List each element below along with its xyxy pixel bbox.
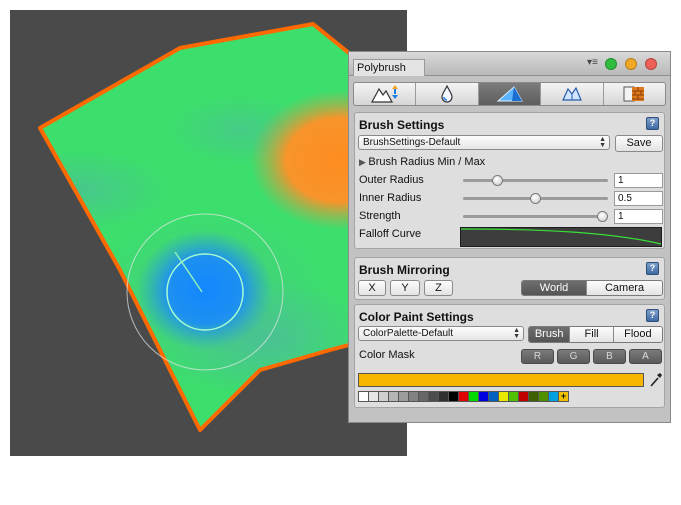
- outer-radius-slider-handle[interactable]: [492, 175, 504, 186]
- tab-paint[interactable]: [478, 83, 542, 105]
- outer-radius-slider[interactable]: [463, 179, 608, 182]
- flood-mode-button[interactable]: Flood: [613, 327, 662, 342]
- help-icon[interactable]: ?: [646, 262, 659, 275]
- minimize-button[interactable]: [625, 58, 637, 70]
- sculpt-mode-icon: [370, 85, 398, 103]
- mask-g-toggle[interactable]: G: [557, 349, 590, 364]
- inner-radius-slider-handle[interactable]: [530, 193, 541, 204]
- close-button[interactable]: [605, 58, 617, 70]
- smooth-mode-icon: [441, 84, 453, 103]
- palette-swatches: +: [358, 391, 569, 402]
- tab-scatter[interactable]: [541, 83, 604, 105]
- add-swatch-icon[interactable]: +: [558, 391, 569, 402]
- brush-settings-title: Brush Settings: [359, 118, 445, 132]
- menu-icon[interactable]: ▾≡: [587, 57, 598, 69]
- falloff-curve-label: Falloff Curve: [359, 228, 422, 240]
- brush-mirroring-title: Brush Mirroring: [359, 263, 450, 277]
- tab-sculpt[interactable]: [354, 83, 417, 105]
- brush-mode-button[interactable]: Brush: [529, 327, 571, 342]
- mirror-space-toggle: World Camera: [521, 280, 663, 296]
- dropdown-arrows-icon: ▲ ▼: [599, 136, 606, 149]
- brush-radius-label: Brush Radius Min / Max: [368, 156, 486, 168]
- mask-r-toggle[interactable]: R: [521, 349, 554, 364]
- brush-radius-foldout[interactable]: ▶ Brush Radius Min / Max: [359, 156, 485, 168]
- window-titlebar: Polybrush ▾≡: [349, 52, 670, 76]
- help-icon[interactable]: ?: [646, 309, 659, 322]
- mirror-z-button[interactable]: Z: [424, 280, 453, 296]
- help-icon[interactable]: ?: [646, 117, 659, 130]
- brush-preset-value: BrushSettings-Default: [363, 137, 461, 148]
- mirror-x-button[interactable]: X: [358, 280, 386, 296]
- brush-settings-panel: Brush Settings ? BrushSettings-Default ▲…: [354, 112, 665, 249]
- dropdown-arrows-icon: ▲ ▼: [513, 327, 520, 340]
- falloff-curve-field[interactable]: [460, 227, 662, 247]
- color-mask-label: Color Mask: [359, 349, 415, 361]
- brush-preset-dropdown[interactable]: BrushSettings-Default ▲ ▼: [358, 135, 610, 150]
- inner-radius-label: Inner Radius: [359, 192, 422, 204]
- texture-mode-icon: [623, 86, 645, 102]
- fill-mode-button[interactable]: Fill: [570, 327, 614, 342]
- inner-radius-field[interactable]: 0.5: [614, 191, 663, 206]
- mirror-y-button[interactable]: Y: [390, 280, 420, 296]
- save-button[interactable]: Save: [615, 135, 663, 152]
- color-paint-settings-panel: Color Paint Settings ? ColorPalette-Defa…: [354, 304, 665, 408]
- color-palette-dropdown[interactable]: ColorPalette-Default ▲ ▼: [358, 326, 524, 341]
- zoom-button[interactable]: [645, 58, 657, 70]
- tool-mode-tabs: [353, 82, 666, 106]
- mask-b-toggle[interactable]: B: [593, 349, 626, 364]
- current-color-field[interactable]: [358, 373, 644, 387]
- paint-mode-toggle: Brush Fill Flood: [528, 326, 663, 343]
- color-paint-title: Color Paint Settings: [359, 310, 474, 324]
- world-space-button[interactable]: World: [522, 281, 588, 295]
- eyedropper-icon[interactable]: [649, 372, 663, 388]
- strength-label: Strength: [359, 210, 401, 222]
- strength-field[interactable]: 1: [614, 209, 663, 224]
- color-palette-value: ColorPalette-Default: [363, 328, 454, 339]
- scatter-mode-icon: [561, 86, 582, 101]
- outer-radius-label: Outer Radius: [359, 174, 424, 186]
- tab-texture[interactable]: [604, 83, 665, 105]
- camera-space-button[interactable]: Camera: [587, 281, 662, 295]
- mask-a-toggle[interactable]: A: [629, 349, 662, 364]
- outer-radius-field[interactable]: 1: [614, 173, 663, 188]
- brush-mirroring-panel: Brush Mirroring ? X Y Z World Camera: [354, 257, 665, 300]
- polybrush-window: Polybrush ▾≡ Brush Settings ? BrushSetti…: [348, 51, 671, 423]
- tab-smooth[interactable]: [416, 83, 479, 105]
- strength-slider-handle[interactable]: [597, 211, 608, 222]
- strength-slider[interactable]: [463, 215, 608, 218]
- foldout-triangle-icon: ▶: [359, 157, 369, 167]
- window-tab[interactable]: Polybrush: [353, 59, 425, 76]
- paint-mode-icon: [496, 86, 523, 102]
